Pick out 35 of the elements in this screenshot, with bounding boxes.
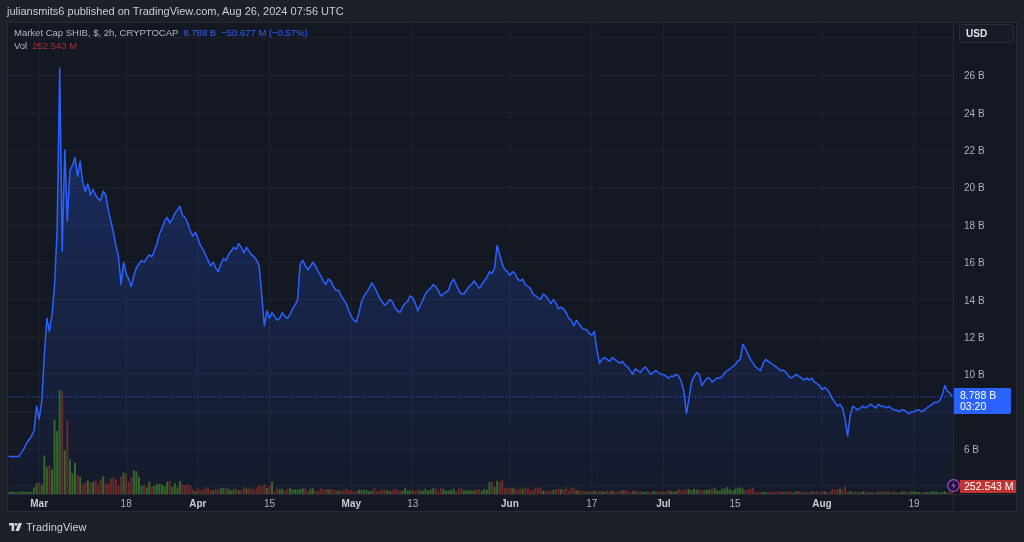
price-axis-label: 6 B <box>964 443 979 455</box>
time-axis-label: 15 <box>263 498 275 509</box>
price-axis-label: 10 B <box>964 368 985 380</box>
time-axis-label: Mar <box>30 498 49 509</box>
publish-byline: juliansmits6 published on TradingView.com, Aug 26, 2024 07:56 UTC <box>5 4 345 19</box>
time-axis-label: 18 <box>120 498 132 509</box>
last-price-value: 8.788 B <box>960 389 998 401</box>
volume-legend-label: Vol <box>14 40 28 52</box>
symbol-title: Market Cap SHIB, $, 2h, CRYPTOCAP <box>14 27 179 39</box>
last-value: 8.788 B <box>183 27 217 39</box>
countdown-timer: 03:20 <box>960 400 988 412</box>
price-axis-label: 12 B <box>964 331 985 343</box>
price-axis-label: 18 B <box>964 219 985 231</box>
price-axis-label: 22 B <box>964 144 985 156</box>
time-axis-label: Jun <box>501 498 519 509</box>
price-axis-label: 14 B <box>964 294 985 306</box>
time-axis-label: Aug <box>812 498 832 509</box>
currency-button[interactable]: USD <box>959 24 1014 43</box>
time-axis-label: 13 <box>407 498 419 509</box>
volume-legend-value: 252.543 M <box>32 40 78 52</box>
price-axis-label: 24 B <box>964 107 985 119</box>
time-axis-label: Jul <box>656 498 671 509</box>
time-axis-label: 19 <box>908 498 920 509</box>
price-axis-label: 16 B <box>964 256 985 268</box>
price-axis-label: 20 B <box>964 181 985 193</box>
change-value: −50.677 M (−0.57%) <box>221 27 308 39</box>
brand-name: TradingView <box>26 520 87 533</box>
time-axis-label: 17 <box>586 498 598 509</box>
price-axis-label: 26 B <box>964 69 985 81</box>
time-axis-label: 15 <box>729 498 741 509</box>
time-axis-label: Apr <box>189 498 207 509</box>
bolt-icon <box>947 479 960 492</box>
time-axis-label: May <box>341 498 361 509</box>
volume-value-tag: 252.543 M <box>960 480 1016 493</box>
logo-icon <box>9 522 22 531</box>
